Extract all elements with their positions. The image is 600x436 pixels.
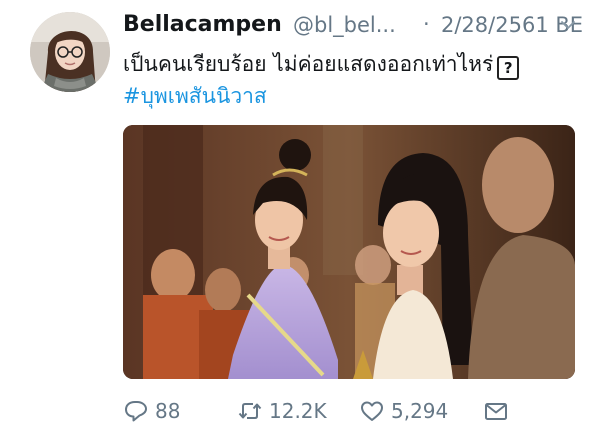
like-button[interactable]: 5,294 xyxy=(359,396,448,426)
tweet-actions: 88 12.2K 5,294 xyxy=(123,396,583,430)
tweet-text-line: เป็นคนเรียบร้อย ไม่ค่อยแสดงออกเท่าไหร่? xyxy=(123,48,583,80)
tweet-text-body: เป็นคนเรียบร้อย ไม่ค่อยแสดงออกเท่าไหร่ xyxy=(123,52,494,76)
retweet-button[interactable]: 12.2K xyxy=(237,396,327,426)
tweet-card[interactable]: Bellacampen @bl_bel... · 2/28/2561 BE เป… xyxy=(0,0,600,436)
header-separator: · xyxy=(423,12,430,36)
retweet-count: 12.2K xyxy=(269,399,327,423)
like-count: 5,294 xyxy=(391,399,449,423)
author-avatar[interactable] xyxy=(30,12,110,92)
tweet-text: เป็นคนเรียบร้อย ไม่ค่อยแสดงออกเท่าไหร่? … xyxy=(123,48,583,112)
reply-count: 88 xyxy=(155,399,181,423)
heart-icon xyxy=(361,401,383,421)
tweet-media-photo[interactable] xyxy=(123,125,575,379)
author-handle[interactable]: @bl_bel... xyxy=(293,13,396,37)
reply-button[interactable]: 88 xyxy=(123,396,180,426)
envelope-icon xyxy=(485,403,507,420)
question-emoji: ? xyxy=(497,56,520,80)
direct-message-button[interactable] xyxy=(483,396,509,426)
tweet-header: Bellacampen @bl_bel... · 2/28/2561 BE xyxy=(123,12,583,42)
retweet-icon xyxy=(238,403,262,419)
chevron-down-icon[interactable] xyxy=(559,16,577,34)
reply-icon xyxy=(125,401,147,422)
hashtag-link[interactable]: #บุพเพสันนิวาส xyxy=(123,80,583,112)
author-display-name[interactable]: Bellacampen xyxy=(123,12,282,37)
